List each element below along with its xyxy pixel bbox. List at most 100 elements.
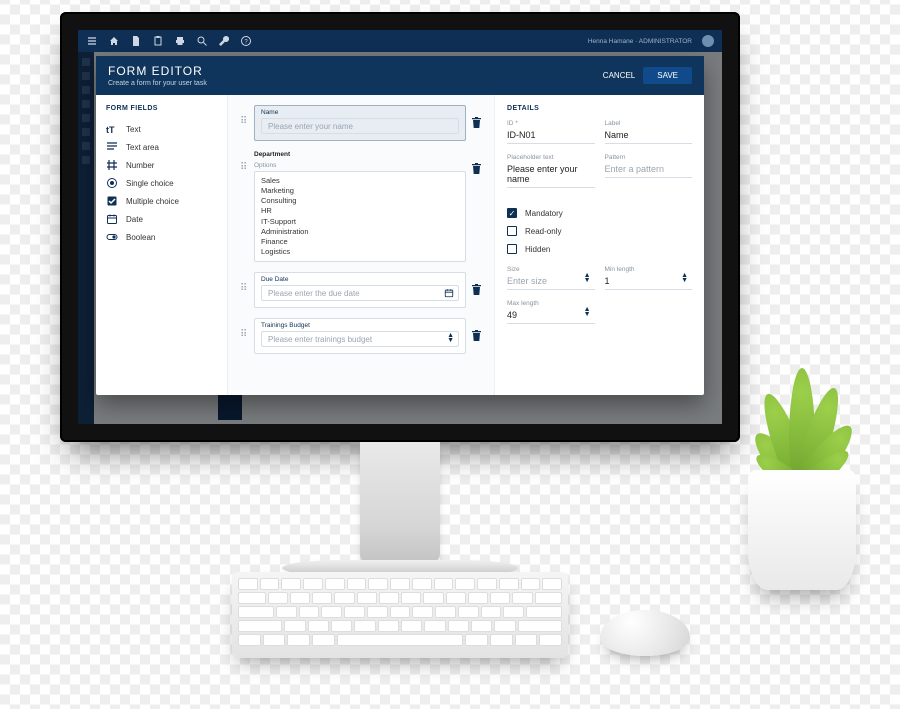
spinner-icon[interactable]: ▲▼ [584, 308, 591, 318]
label-input[interactable]: Name [605, 129, 693, 144]
id-label: ID * [507, 120, 595, 127]
plant-pot [748, 470, 856, 590]
field-type-boolean[interactable]: Boolean [106, 228, 217, 246]
checkbox-icon: ✓ [507, 208, 517, 218]
field-type-label: Date [126, 215, 143, 224]
checkbox-icon [106, 195, 118, 207]
delete-block-icon[interactable] [472, 318, 482, 341]
block-placeholder[interactable]: Please enter the due date [261, 285, 459, 301]
field-type-label: Number [126, 161, 154, 170]
field-type-single-choice[interactable]: Single choice [106, 174, 217, 192]
save-button[interactable]: SAVE [643, 67, 692, 84]
calendar-icon[interactable] [444, 288, 454, 298]
drag-handle-icon[interactable]: ⠿ [240, 151, 248, 173]
list-item[interactable]: IT-Support [261, 217, 459, 227]
search-icon[interactable] [196, 35, 208, 47]
checkbox-label: Hidden [525, 245, 550, 254]
pattern-input[interactable]: Enter a pattern [605, 163, 693, 178]
block-label: Name [261, 109, 459, 116]
drag-handle-icon[interactable]: ⠿ [240, 272, 248, 294]
checkbox-label: Read-only [525, 227, 561, 236]
file-icon[interactable] [130, 35, 142, 47]
options-list[interactable]: Sales Marketing Consulting HR IT-Support… [254, 171, 466, 262]
delete-block-icon[interactable] [472, 105, 482, 128]
size-input[interactable]: Enter size ▲▼ [507, 275, 595, 290]
spinner-icon[interactable]: ▲▼ [447, 334, 454, 344]
field-type-label: Text area [126, 143, 159, 152]
list-item[interactable]: Administration [261, 227, 459, 237]
drag-handle-icon[interactable]: ⠿ [240, 105, 248, 127]
cancel-button[interactable]: CANCEL [603, 71, 635, 80]
list-item[interactable]: Consulting [261, 196, 459, 206]
app-toolbar: ? Henna Hamane · ADMINISTRATOR [78, 30, 722, 52]
mandatory-checkbox[interactable]: ✓ Mandatory [507, 204, 692, 222]
label-label: Label [605, 120, 693, 127]
keyboard-decoration [232, 572, 568, 658]
hidden-checkbox[interactable]: Hidden [507, 240, 692, 258]
help-icon[interactable]: ? [240, 35, 252, 47]
radio-icon [106, 177, 118, 189]
modal-overlay: FORM EDITOR Create a form for your user … [78, 52, 722, 424]
delete-block-icon[interactable] [472, 272, 482, 295]
block-label: Due Date [261, 276, 459, 283]
number-icon [106, 159, 118, 171]
field-type-label: Single choice [126, 179, 174, 188]
modal-subtitle: Create a form for your user task [108, 80, 207, 87]
plant-decoration [732, 348, 872, 488]
mouse-decoration [600, 610, 690, 656]
delete-block-icon[interactable] [472, 151, 482, 174]
options-label: Options [254, 162, 466, 169]
field-type-date[interactable]: Date [106, 210, 217, 228]
readonly-checkbox[interactable]: Read-only [507, 222, 692, 240]
canvas-block-department[interactable]: ⠿ Department Options Sales Marketing Con [240, 151, 482, 262]
minlength-input[interactable]: 1 ▲▼ [605, 275, 693, 290]
canvas-block-trainings-budget[interactable]: ⠿ Trainings Budget Please enter training… [240, 318, 482, 354]
canvas-block-name[interactable]: ⠿ Name Please enter your name [240, 105, 482, 141]
maxlength-input[interactable]: 49 ▲▼ [507, 309, 595, 324]
canvas-block-due-date[interactable]: ⠿ Due Date Please enter the due date [240, 272, 482, 308]
list-item[interactable]: Sales [261, 176, 459, 186]
field-type-label: Boolean [126, 233, 155, 242]
calendar-icon [106, 213, 118, 225]
details-title: DETAILS [507, 105, 692, 112]
block-placeholder[interactable]: Please enter your name [261, 118, 459, 134]
placeholder-label: Placeholder text [507, 154, 595, 161]
list-item[interactable]: HR [261, 206, 459, 216]
field-type-label: Text [126, 125, 141, 134]
svg-text:?: ? [244, 40, 248, 46]
details-panel: DETAILS ID * ID-N01 Label Nam [494, 95, 704, 395]
form-canvas: ⠿ Name Please enter your name [228, 95, 494, 395]
drag-handle-icon[interactable]: ⠿ [240, 318, 248, 340]
monitor-frame: ? Henna Hamane · ADMINISTRATOR [60, 12, 740, 652]
clipboard-icon[interactable] [152, 35, 164, 47]
block-placeholder[interactable]: Please enter trainings budget ▲▼ [261, 331, 459, 347]
block-label: Trainings Budget [261, 322, 459, 329]
modal-title: FORM EDITOR [108, 64, 207, 78]
field-type-number[interactable]: Number [106, 156, 217, 174]
list-item[interactable]: Marketing [261, 186, 459, 196]
home-icon[interactable] [108, 35, 120, 47]
field-type-text[interactable]: tT Text [106, 120, 217, 138]
form-editor-modal: FORM EDITOR Create a form for your user … [96, 56, 704, 395]
textarea-icon [106, 141, 118, 153]
size-label: Size [507, 266, 595, 273]
placeholder-input[interactable]: Please enter your name [507, 163, 595, 188]
field-type-multiple-choice[interactable]: Multiple choice [106, 192, 217, 210]
pattern-label: Pattern [605, 154, 693, 161]
spinner-icon[interactable]: ▲▼ [681, 274, 688, 284]
list-item[interactable]: Finance [261, 237, 459, 247]
field-type-textarea[interactable]: Text area [106, 138, 217, 156]
svg-text:tT: tT [106, 125, 115, 135]
list-item[interactable]: Logistics [261, 247, 459, 257]
wrench-icon[interactable] [218, 35, 230, 47]
print-icon[interactable] [174, 35, 186, 47]
checkbox-icon [507, 226, 517, 236]
minlength-label: Min length [605, 266, 693, 273]
id-input[interactable]: ID-N01 [507, 129, 595, 144]
menu-icon[interactable] [86, 35, 98, 47]
avatar[interactable] [702, 35, 714, 47]
spinner-icon[interactable]: ▲▼ [584, 274, 591, 284]
maxlength-label: Max length [507, 300, 595, 307]
toggle-icon [106, 231, 118, 243]
form-fields-panel: FORM FIELDS tT Text [96, 95, 228, 395]
